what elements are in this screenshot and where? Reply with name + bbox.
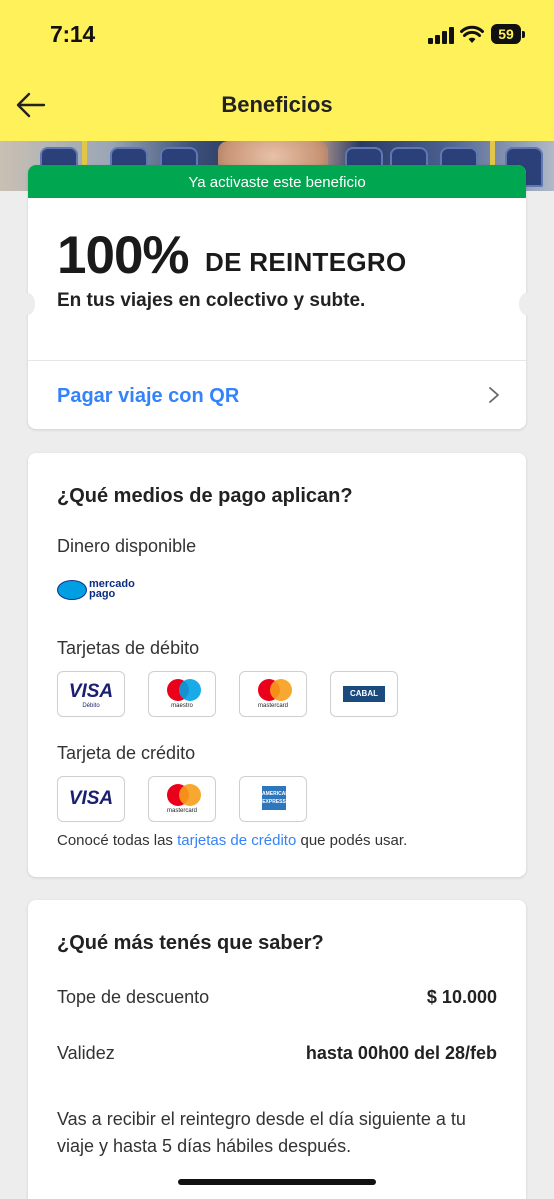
pay-with-qr-label: Pagar viaje con QR <box>57 385 240 407</box>
page-title: Beneficios <box>221 92 333 117</box>
battery-icon: 59 <box>491 24 525 44</box>
wifi-icon <box>460 25 484 43</box>
battery-level: 59 <box>491 24 521 44</box>
discount-cap-value: $ 10.000 <box>426 987 497 1007</box>
status-badge: Ya activaste este beneficio <box>28 165 526 198</box>
benefit-card: Ya activaste este beneficio 100% DE REIN… <box>21 165 533 429</box>
discount-cap-label: Tope de descuento <box>57 987 210 1007</box>
validity-value: hasta 00h00 del 28/feb <box>305 1043 497 1063</box>
info-card: ¿Qué más tenés que saber? Tope de descue… <box>28 900 526 1199</box>
maestro-card-logo: maestro <box>148 671 216 717</box>
pay-with-qr-button[interactable]: Pagar viaje con QR <box>28 361 526 429</box>
visa-debit-card-logo: VISA Débito <box>57 671 125 717</box>
credit-cards-link[interactable]: tarjetas de crédito <box>177 832 296 849</box>
balance-label: Dinero disponible <box>57 536 197 556</box>
benefit-percent-label: DE REINTEGRO <box>205 247 407 277</box>
credit-label: Tarjeta de crédito <box>57 743 196 763</box>
cellular-signal-icon <box>428 26 454 44</box>
validity-label: Validez <box>57 1043 115 1063</box>
chevron-right-icon <box>489 387 499 403</box>
mastercard-credit-card-logo: mastercard <box>148 776 216 822</box>
debit-label: Tarjetas de débito <box>57 638 200 658</box>
section-title: ¿Qué más tenés que saber? <box>57 932 324 954</box>
status-time: 7:14 <box>50 21 95 47</box>
app-header: 7:14 59 Beneficios <box>0 0 554 141</box>
visa-credit-card-logo: VISA <box>57 776 125 822</box>
benefit-description: En tus viajes en colectivo y subte. <box>57 290 366 311</box>
amex-card-logo: AMERICAN EXPRESS <box>239 776 307 822</box>
benefit-percent: 100% <box>57 226 190 285</box>
mastercard-debit-card-logo: mastercard <box>239 671 307 717</box>
home-indicator[interactable] <box>178 1179 376 1185</box>
status-bar: 7:14 59 <box>0 0 554 70</box>
mercado-pago-logo: mercado pago <box>57 579 137 601</box>
refund-info-text: Vas a recibir el reintegro desde el día … <box>57 1109 466 1156</box>
nav-bar: Beneficios <box>0 70 554 140</box>
payment-methods-card: ¿Qué medios de pago aplican? Dinero disp… <box>28 453 526 877</box>
cabal-card-logo: CABAL <box>330 671 398 717</box>
section-title: ¿Qué medios de pago aplican? <box>57 485 353 507</box>
credit-cards-note: Conocé todas las tarjetas de crédito que… <box>57 832 408 849</box>
